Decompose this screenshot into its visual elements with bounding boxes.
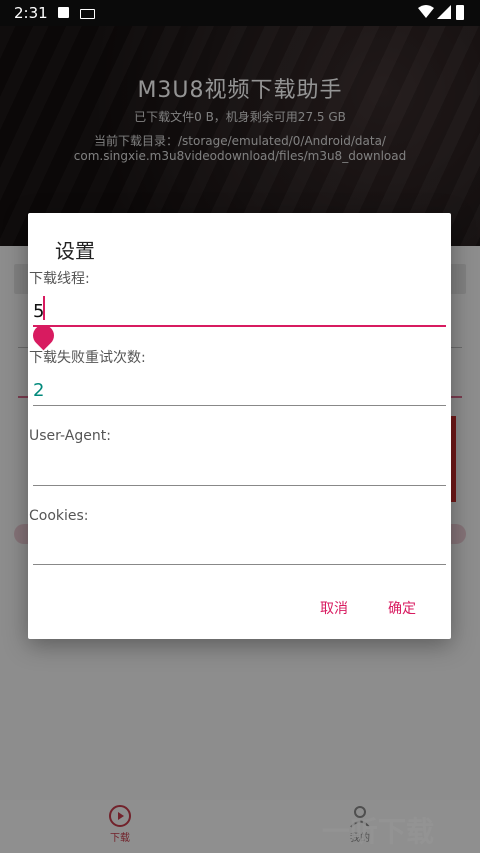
settings-dialog: 设置 下载线程: 下载失败重试次数: User-Agent: Cookies: … [28,213,451,639]
text-cursor [43,296,45,320]
user-agent-label: User-Agent: [29,428,111,444]
status-bar: 2:31 [0,0,480,26]
keyboard-icon [80,9,95,19]
dialog-title: 设置 [55,239,95,263]
cookies-label: Cookies: [29,508,89,524]
cookies-underline [33,564,446,565]
retry-underline [33,405,446,406]
notification-app-icon [58,7,69,18]
retry-input[interactable] [33,376,445,404]
signal-icon [437,5,451,19]
confirm-button[interactable]: 确定 [380,594,424,622]
user-agent-input[interactable] [33,455,445,483]
cookies-input[interactable] [33,535,445,563]
user-agent-underline [33,485,446,486]
battery-icon [456,5,464,20]
threads-underline [33,325,446,327]
wifi-icon [418,5,434,18]
cancel-button[interactable]: 取消 [312,594,356,622]
status-time: 2:31 [14,4,48,22]
threads-label: 下载线程: [29,271,90,287]
retry-label: 下载失败重试次数: [29,350,146,366]
threads-input[interactable] [33,297,445,325]
